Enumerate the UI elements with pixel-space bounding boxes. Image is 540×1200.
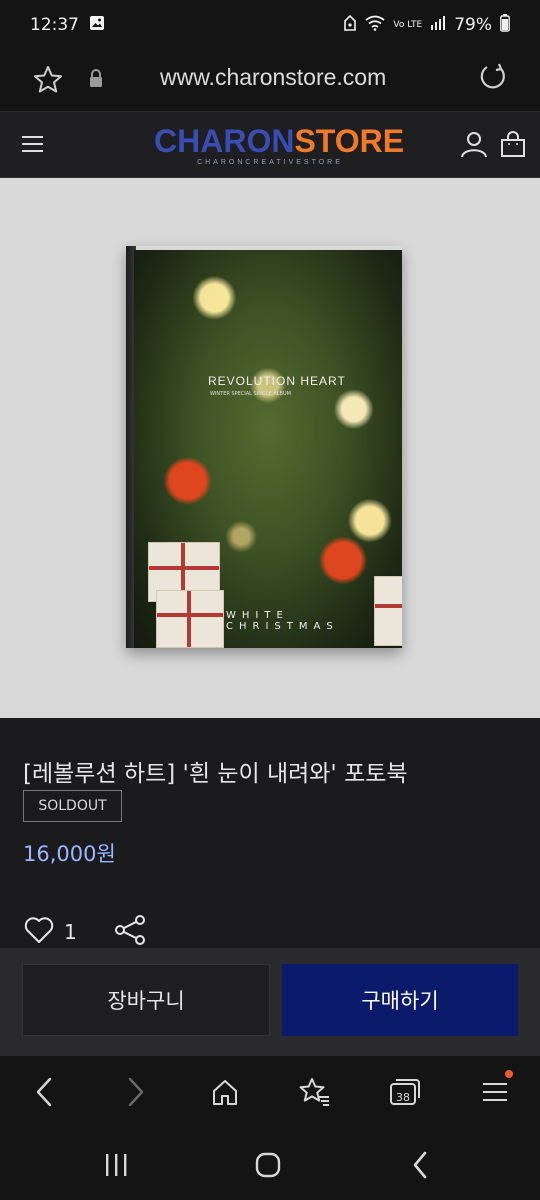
star-icon[interactable] — [32, 64, 64, 100]
home-icon[interactable] — [205, 1072, 245, 1112]
reload-icon[interactable] — [478, 62, 508, 96]
notification-dot — [505, 1070, 513, 1078]
wifi-icon — [365, 15, 385, 36]
status-bar: 12:37 Vo LTE 79% — [0, 0, 540, 50]
like-count: 1 — [64, 920, 77, 944]
menu-icon[interactable] — [22, 134, 44, 158]
cover-title: REVOLUTION HEART — [208, 374, 346, 388]
photo-icon — [89, 15, 105, 36]
lock-icon — [88, 68, 104, 92]
site-logo[interactable]: CHARONSTORE CHARONCREATIVESTORE — [154, 123, 404, 166]
heart-icon[interactable] — [24, 916, 54, 948]
alarm-icon — [343, 14, 357, 36]
book-cover-image — [134, 250, 402, 648]
site-header: CHARONSTORE CHARONCREATIVESTORE — [0, 112, 540, 178]
product-photo-book: REVOLUTION HEART WINTER SPECIAL SINGLE A… — [126, 246, 402, 648]
tabs-count: 38 — [396, 1090, 410, 1104]
product-price: 16,000원 — [23, 842, 116, 866]
system-back-icon[interactable] — [402, 1150, 438, 1180]
logo-tagline: CHARONCREATIVESTORE — [197, 159, 343, 166]
system-nav-bar — [0, 1128, 540, 1200]
browser-menu-icon[interactable] — [475, 1070, 515, 1112]
like-share-row: 1 — [24, 914, 147, 950]
share-icon[interactable] — [113, 914, 147, 950]
battery-icon — [500, 13, 510, 37]
signal-icon — [430, 15, 446, 36]
forward-icon[interactable] — [116, 1072, 156, 1112]
browser-url-bar: www.charonstore.com — [0, 50, 540, 112]
url-text[interactable]: www.charonstore.com — [160, 64, 386, 91]
cover-subtitle: WINTER SPECIAL SINGLE ALBUM — [210, 391, 291, 397]
network-label: Vo LTE — [393, 20, 423, 30]
recent-apps-icon[interactable] — [98, 1150, 134, 1180]
home-circle-icon[interactable] — [250, 1150, 286, 1180]
status-time: 12:37 — [30, 15, 79, 35]
add-to-cart-button[interactable]: 장바구니 — [22, 964, 270, 1036]
product-title: [레볼루션 하트] '흰 눈이 내려와' 포토북 — [23, 761, 408, 787]
cover-bottom-text: WHITE CHRISTMAS — [226, 610, 339, 632]
user-icon[interactable] — [460, 130, 488, 162]
logo-part-charon: CHARON — [154, 123, 295, 159]
tabs-icon[interactable]: 38 — [385, 1072, 425, 1112]
back-icon[interactable] — [24, 1072, 64, 1112]
purchase-action-bar: 장바구니 구매하기 — [0, 948, 540, 1056]
product-info: [레볼루션 하트] '흰 눈이 내려와' 포토북 SOLDOUT 16,000원… — [0, 718, 540, 948]
product-image-area[interactable]: REVOLUTION HEART WINTER SPECIAL SINGLE A… — [0, 178, 540, 718]
logo-part-store: STORE — [294, 123, 405, 159]
browser-toolbar: 38 — [0, 1056, 540, 1128]
battery-percent: 79% — [454, 15, 492, 35]
shopping-bag-icon[interactable] — [500, 130, 526, 162]
bookmarks-icon[interactable] — [295, 1072, 335, 1112]
buy-now-button[interactable]: 구매하기 — [282, 964, 518, 1036]
soldout-badge: SOLDOUT — [23, 790, 122, 822]
